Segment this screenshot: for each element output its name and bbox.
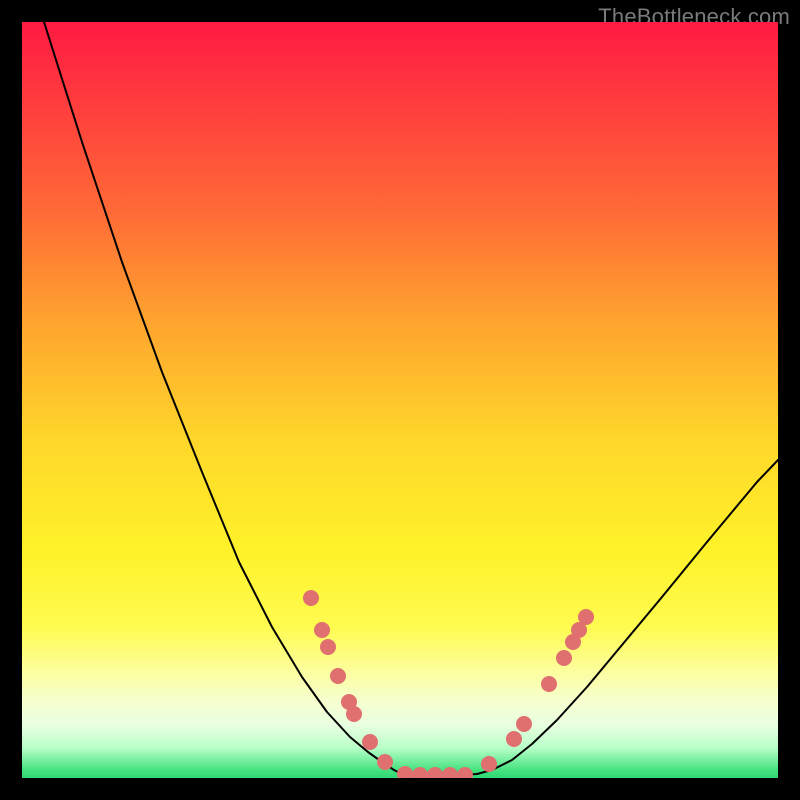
- data-marker: [346, 706, 362, 722]
- data-marker: [578, 609, 594, 625]
- data-marker: [330, 668, 346, 684]
- chart-frame: [22, 22, 778, 778]
- plot-area: [22, 22, 778, 778]
- data-marker: [481, 756, 497, 772]
- data-marker: [412, 767, 428, 778]
- data-marker: [506, 731, 522, 747]
- bottleneck-curve: [44, 22, 778, 775]
- data-marker: [457, 767, 473, 778]
- data-marker: [397, 766, 413, 778]
- data-marker: [427, 767, 443, 778]
- data-marker: [556, 650, 572, 666]
- data-marker: [314, 622, 330, 638]
- data-marker: [320, 639, 336, 655]
- data-marker: [541, 676, 557, 692]
- data-marker: [362, 734, 378, 750]
- data-marker: [303, 590, 319, 606]
- data-marker: [516, 716, 532, 732]
- curve-group: [44, 22, 778, 775]
- data-marker: [377, 754, 393, 770]
- curve-layer: [22, 22, 778, 778]
- marker-group: [303, 590, 594, 778]
- data-marker: [442, 767, 458, 778]
